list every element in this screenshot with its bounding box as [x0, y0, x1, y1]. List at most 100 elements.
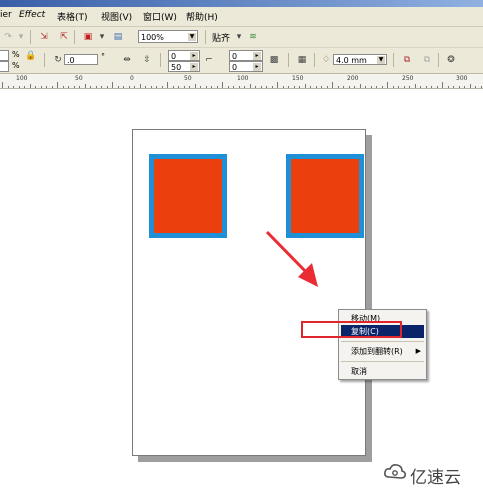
menu-item-layout[interactable]: ier	[0, 10, 12, 20]
ruler-tick	[151, 86, 152, 88]
ruler-label: 250	[402, 75, 414, 82]
ruler-tick	[129, 86, 130, 88]
outline-width-select[interactable]: 4.0 mm ▼	[333, 54, 387, 65]
rotation-angle-field[interactable]: .0	[64, 54, 98, 65]
ruler-tick	[470, 84, 471, 88]
ruler-label: 50	[75, 75, 83, 82]
toolbar-separator	[30, 30, 31, 44]
x-offset-top-value: 0	[171, 52, 177, 61]
original-square[interactable]	[149, 154, 227, 238]
chevron-down-icon[interactable]: ▼	[377, 56, 385, 64]
context-menu-item-cancel[interactable]: 取消	[341, 365, 424, 378]
ruler-tick	[74, 86, 75, 88]
welcome-screen-icon[interactable]: ▤	[112, 31, 124, 43]
annotation-arrow-icon	[265, 230, 318, 287]
toolbar-separator	[44, 53, 45, 67]
toolbar-separator	[74, 30, 75, 44]
document-page[interactable]	[132, 129, 366, 456]
submenu-arrow-icon: ▶	[415, 347, 421, 355]
ruler-tick	[294, 86, 295, 88]
ruler-tick	[2, 82, 3, 88]
ruler-tick	[68, 86, 69, 88]
menu-item-help[interactable]: 帮助(H)	[186, 10, 218, 23]
ruler-tick	[96, 86, 97, 88]
spin-arrow-icon[interactable]: ▸	[190, 52, 198, 60]
context-menu-separator	[341, 341, 424, 342]
spin-arrow-icon[interactable]: ▸	[253, 52, 261, 60]
ruler-tick	[321, 86, 322, 88]
to-front-icon[interactable]: ⧉	[401, 54, 413, 66]
ruler-tick	[305, 84, 306, 88]
zoom-level-select[interactable]: 100% ▼	[138, 30, 198, 43]
ruler-tick	[189, 86, 190, 88]
snap-to-button[interactable]: 贴齐	[212, 31, 230, 44]
toolbar-separator	[288, 53, 289, 67]
mirror-horizontal-icon[interactable]: ⇹	[121, 54, 133, 66]
scale-y-field[interactable]	[0, 61, 9, 72]
dropdown-arrow-icon[interactable]: ▾	[233, 31, 245, 43]
dropdown-arrow-icon[interactable]: ▾	[15, 31, 27, 43]
dropdown-arrow-icon[interactable]: ▾	[96, 31, 108, 43]
ruler-tick	[272, 86, 273, 88]
spin-arrow-icon[interactable]: ▸	[190, 63, 198, 71]
scale-x-field[interactable]	[0, 50, 9, 61]
ruler-tick	[437, 86, 438, 88]
convert-to-curves-icon[interactable]: ❂	[445, 54, 457, 66]
menu-bar: ier Effect 表格(T) 视图(V) 窗口(W) 帮助(H)	[0, 7, 483, 27]
y-offset-bottom-value: 0	[232, 63, 238, 72]
to-back-icon[interactable]: ⧉	[421, 54, 433, 66]
redo-icon[interactable]: ↷	[2, 31, 14, 43]
ruler-label: 150	[292, 75, 304, 82]
zoom-level-value: 100%	[141, 33, 164, 42]
ruler-tick	[277, 82, 278, 88]
menu-item-window[interactable]: 窗口(W)	[143, 10, 177, 23]
options-icon[interactable]: ≋	[247, 31, 259, 43]
ruler-tick	[332, 82, 333, 88]
y-offset-top-field[interactable]: 0 ▸	[229, 50, 263, 61]
ruler-tick	[233, 86, 234, 88]
export-icon[interactable]: ⇱	[58, 31, 70, 43]
x-offset-bottom-field[interactable]: 50 ▸	[168, 61, 200, 72]
menu-item-effect[interactable]: Effect	[19, 10, 45, 20]
watermark: 亿速云	[383, 460, 479, 488]
spin-arrow-icon[interactable]: ▸	[253, 63, 261, 71]
toolbar-separator	[205, 30, 206, 44]
ruler-tick	[288, 86, 289, 88]
x-offset-top-field[interactable]: 0 ▸	[168, 50, 200, 61]
menu-item-view[interactable]: 视图(V)	[101, 10, 132, 23]
mirror-vertical-icon[interactable]: ⇳	[141, 54, 153, 66]
ruler-label: 200	[347, 75, 359, 82]
lock-ratio-icon[interactable]: 🔒	[25, 50, 37, 62]
watermark-text: 亿速云	[410, 468, 461, 488]
y-offset-bottom-field[interactable]: 0 ▸	[229, 61, 263, 72]
ruler-tick	[217, 86, 218, 88]
context-menu: 移动(M) 复制(C) 添加到翻转(R) ▶ 取消	[338, 309, 427, 380]
chevron-down-icon[interactable]: ▼	[188, 33, 196, 41]
ruler-tick	[79, 86, 80, 88]
wrap-text-icon[interactable]: ▦	[296, 54, 308, 66]
ruler-label: 300	[456, 75, 468, 82]
standard-toolbar: ↷ ▾ ⇲ ⇱ ▣ ▾ ▤ 100% ▼ 贴齐 ▾ ≋	[0, 27, 483, 48]
ruler-tick	[371, 86, 372, 88]
ruler-tick	[101, 86, 102, 88]
ruler-tick	[464, 86, 465, 88]
import-icon[interactable]: ⇲	[38, 31, 50, 43]
ruler-tick	[211, 86, 212, 88]
ruler-tick	[46, 86, 47, 88]
ruler-tick	[13, 86, 14, 88]
ruler-label: 100	[16, 75, 28, 82]
ruler-tick	[162, 86, 163, 88]
horizontal-ruler[interactable]: 100 50 0 50 100 150 200 250 300	[0, 74, 483, 89]
lock-icon[interactable]: ▩	[268, 54, 280, 66]
ruler-tick	[41, 86, 42, 88]
ruler-tick	[57, 82, 58, 88]
application-launcher-icon[interactable]: ▣	[82, 31, 94, 43]
ruler-tick	[349, 86, 350, 88]
context-menu-item-label: 添加到翻转(R)	[351, 347, 403, 356]
ruler-tick	[156, 86, 157, 88]
context-menu-item-add-to-rollover[interactable]: 添加到翻转(R) ▶	[341, 345, 424, 358]
ruler-tick	[244, 86, 245, 88]
degree-symbol: °	[101, 52, 105, 61]
menu-item-table[interactable]: 表格(T)	[57, 10, 88, 23]
toolbar-separator	[160, 53, 161, 67]
